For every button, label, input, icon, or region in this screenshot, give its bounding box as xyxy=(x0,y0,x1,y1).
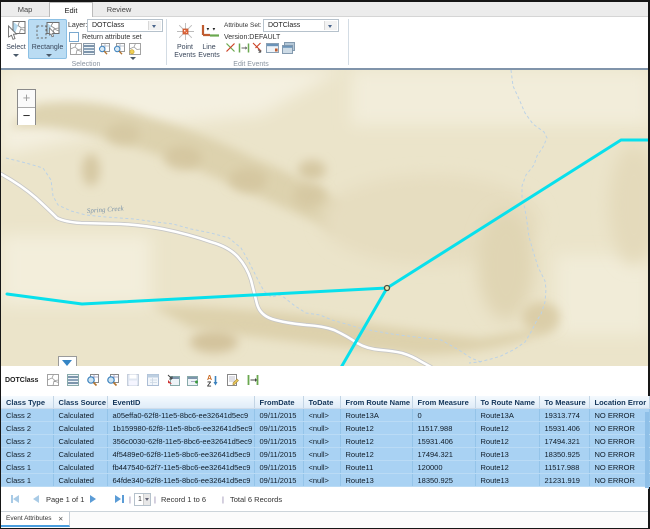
svg-text:Z: Z xyxy=(207,382,212,389)
